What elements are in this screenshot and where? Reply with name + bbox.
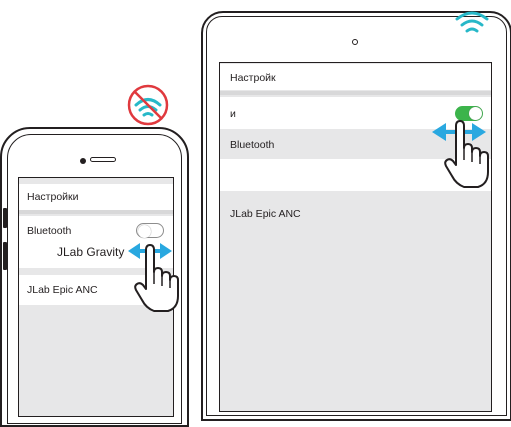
tablet-toggle-knob: [469, 106, 482, 120]
phone-speaker: [90, 157, 116, 162]
tablet-screen: Настройк и Bluetooth JLab Epic ANC: [219, 62, 492, 412]
signal-icon: [455, 11, 489, 33]
phone-device-jlab-epic: JLab Epic ANC: [27, 284, 98, 296]
phone-settings-header: Настройки: [19, 184, 173, 210]
phone-camera: [80, 158, 86, 164]
tablet-device-jlab-epic: JLab Epic ANC: [230, 208, 301, 220]
phone-hand-pointer-icon: [134, 244, 179, 312]
tablet-camera: [352, 39, 358, 45]
tablet-device-row[interactable]: JLab Epic ANC: [220, 203, 491, 227]
tablet-hand-pointer-icon: [444, 120, 489, 188]
phone-bluetooth-toggle[interactable]: [136, 223, 164, 238]
tablet-divider: [220, 91, 491, 95]
tablet-bluetooth-toggle[interactable]: [455, 106, 483, 121]
phone-toggle-knob: [137, 224, 151, 238]
tablet-bluetooth-label: Bluetooth: [230, 139, 275, 151]
phone-bluetooth-label: Bluetooth: [27, 225, 72, 237]
phone-volume-up-button: [3, 208, 7, 228]
phone-settings-title: Настройки: [27, 191, 79, 203]
phone-divider: [19, 210, 173, 214]
tablet-settings-title: Настройк: [230, 72, 276, 84]
tablet-settings-header: Настройк: [220, 64, 491, 90]
no-signal-icon: [127, 84, 169, 126]
phone-volume-down-button: [3, 242, 7, 270]
tablet-row-1-label: и: [230, 108, 236, 120]
phone-device-jlab-gravity[interactable]: JLab Gravity: [57, 245, 124, 259]
